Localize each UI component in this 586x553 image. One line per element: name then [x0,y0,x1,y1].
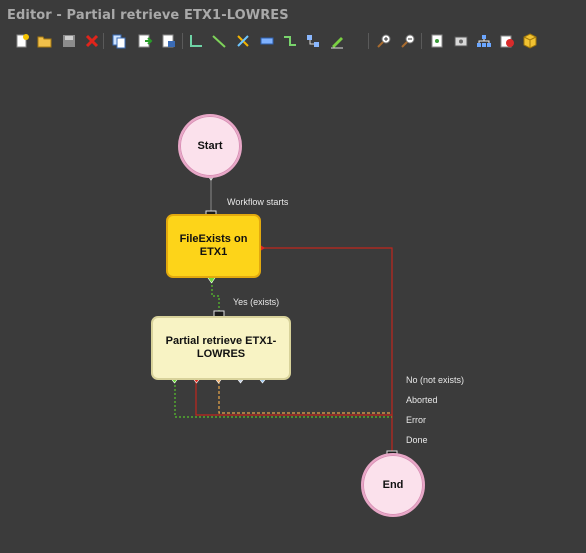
edge-label-no-not-exists: No (not exists) [406,375,465,385]
workflow-connections [168,170,398,462]
edge-label-workflow-starts: Workflow starts [227,197,289,207]
start-node-label: Start [197,140,223,152]
end-node[interactable]: End [361,453,425,517]
edge-label-aborted: Aborted [406,395,438,405]
file-exists-node-label: FileExists on ETX1 [179,233,248,258]
edge-label-error: Error [406,415,426,425]
partial-retrieve-node-label: Partial retrieve ETX1-LOWRES [165,335,277,360]
end-node-label: End [382,479,404,491]
edge-label-yes-exists: Yes (exists) [233,297,280,307]
partial-retrieve-node[interactable]: Partial retrieve ETX1-LOWRES [151,316,291,380]
edge-label-done: Done [406,435,428,445]
start-node[interactable]: Start [178,114,242,178]
file-exists-node[interactable]: FileExists on ETX1 [166,214,261,278]
